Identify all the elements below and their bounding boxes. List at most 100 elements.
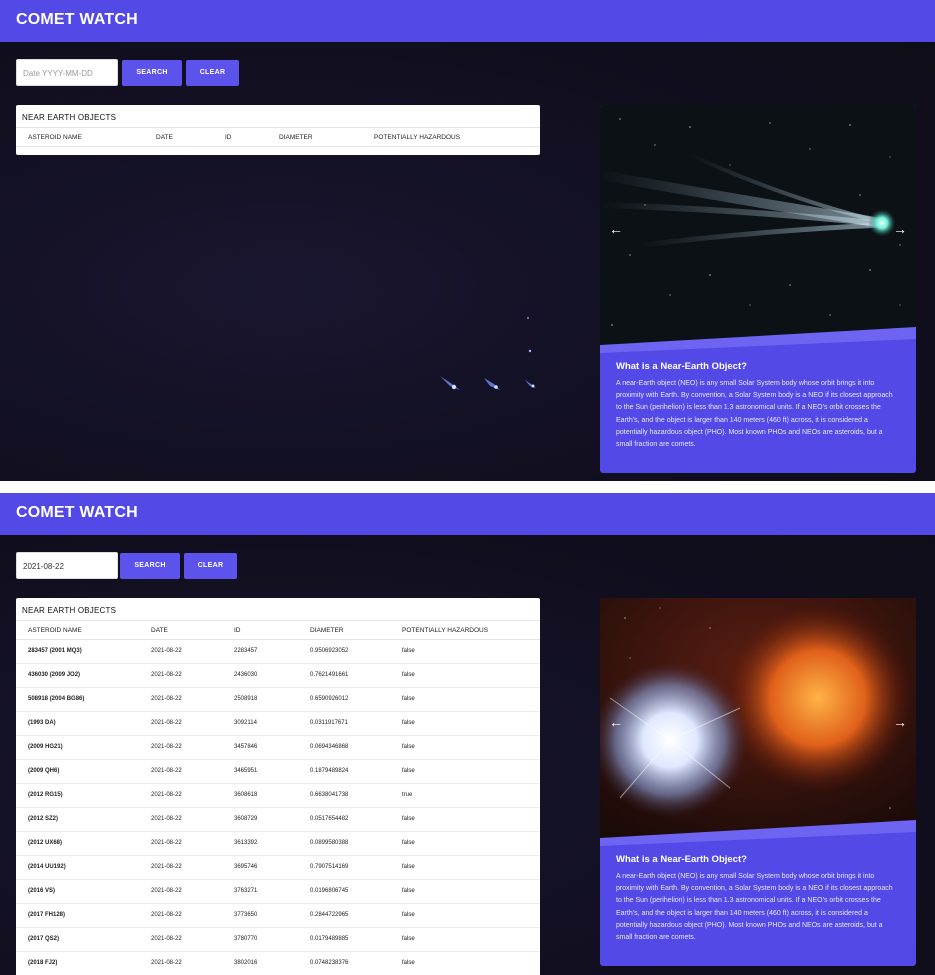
cell-diameter: 0.2844722965 [310,912,349,918]
cell-name: (2014 UU192) [28,864,66,870]
column-header-id[interactable]: ID [234,627,241,634]
cell-hazardous: false [402,912,415,918]
cell-date: 2021-08-22 [151,720,182,726]
arrow-left-icon[interactable]: ← [609,714,623,730]
cell-hazardous: false [402,744,415,750]
screen-empty-state: COMET WATCH Date YYYY-MM-DD SEARCH CLEAR… [0,0,935,481]
table-row[interactable]: 283457 (2001 MQ3) 2021-08-22 2283457 0.9506… [16,640,540,664]
clear-button[interactable]: CLEAR [184,553,237,579]
table-row[interactable]: (2012 RG15) 2021-08-22 3608618 0.6638041738… [16,784,540,808]
table-row[interactable]: (2017 QS2) 2021-08-22 3780770 0.0179489885 f… [16,928,540,952]
table-row[interactable]: (2009 HG21) 2021-08-22 3457846 0.0694346868… [16,736,540,760]
cell-diameter: 0.7907514169 [310,864,349,870]
table-row[interactable]: (2018 FJ2) 2021-08-22 3802016 0.0748238376 f… [16,952,540,975]
cell-date: 2021-08-22 [151,696,182,702]
cell-diameter: 0.1879489824 [310,768,349,774]
column-header-hazardous[interactable]: POTENTIALLY HAZARDOUS [402,627,488,634]
table-header: ASTEROID NAME DATE ID DIAMETER POTENTIAL… [16,620,540,640]
app-title: COMET WATCH [16,11,138,28]
cell-name: (2012 RG15) [28,792,63,798]
table-row[interactable]: (1993 DA) 2021-08-22 3092114 0.0311917671 fa… [16,712,540,736]
table-title: NEAR EARTH OBJECTS [22,606,117,615]
cell-id: 3802016 [234,960,258,966]
cell-id: 3695746 [234,864,258,870]
cell-id: 3608729 [234,816,258,822]
table-header: ASTEROID NAME DATE ID DIAMETER POTENTIAL… [16,127,540,147]
search-button[interactable]: SEARCH [122,60,182,86]
column-header-diameter[interactable]: DIAMETER [310,627,344,634]
cell-id: 3773650 [234,912,258,918]
cell-id: 3780770 [234,936,258,942]
arrow-right-icon[interactable]: → [893,714,907,730]
cell-hazardous: false [402,864,415,870]
cell-id: 3608618 [234,792,258,798]
table-row[interactable]: (2012 UX68) 2021-08-22 3613392 0.0899580388… [16,832,540,856]
cell-name: (2018 FJ2) [28,960,58,966]
column-header-hazardous[interactable]: POTENTIALLY HAZARDOUS [374,134,460,141]
cell-hazardous: false [402,720,415,726]
cell-name: 436030 (2009 JO2) [28,672,81,678]
table-row[interactable]: (2016 VS) 2021-08-22 3763271 0.0196806745 fa… [16,880,540,904]
column-header-date[interactable]: DATE [156,134,173,141]
card-title: What is a Near-Earth Object? [616,361,747,372]
cell-name: 508918 (2004 BG86) [28,696,85,702]
cell-date: 2021-08-22 [151,768,182,774]
cell-date: 2021-08-22 [151,648,182,654]
cell-name: (2012 SZ2) [28,816,59,822]
card-text: A near-Earth object (NEO) is any small S… [616,873,893,942]
cell-id: 3613392 [234,840,258,846]
arrow-right-icon[interactable]: → [893,221,907,237]
cell-hazardous: false [402,888,415,894]
table-row[interactable]: 508918 (2004 BG86) 2021-08-22 2508918 0.659… [16,688,540,712]
cell-id: 2436030 [234,672,258,678]
table-row[interactable]: 436030 (2009 JO2) 2021-08-22 2436030 0.7621… [16,664,540,688]
cell-hazardous: false [402,840,415,846]
neo-table-panel: NEAR EARTH OBJECTS ASTEROID NAME DATE ID… [16,105,540,155]
cell-diameter: 0.0694346868 [310,744,349,750]
cell-hazardous: false [402,936,415,942]
cell-date: 2021-08-22 [151,912,182,918]
cell-hazardous: true [402,792,413,798]
cell-id: 3092114 [234,720,257,726]
table-row[interactable]: (2009 QH6) 2021-08-22 3465951 0.1879489824 f… [16,760,540,784]
cell-id: 2283457 [234,648,258,654]
cell-id: 3763271 [234,888,258,894]
cell-name: (1993 DA) [28,720,56,726]
cell-hazardous: false [402,672,415,678]
cell-id: 3457846 [234,744,258,750]
cell-date: 2021-08-22 [151,960,182,966]
table-row[interactable]: (2014 UU192) 2021-08-22 3695746 0.790751416… [16,856,540,880]
cell-id: 2508918 [234,696,258,702]
cell-diameter: 0.7621491661 [310,672,349,678]
app-header: COMET WATCH [0,0,935,42]
column-header-name[interactable]: ASTEROID NAME [28,134,82,141]
cell-hazardous: false [402,648,415,654]
screen-results-state: COMET WATCH 2021-08-22 SEARCH CLEAR NEAR… [0,493,935,975]
cell-id: 3465951 [234,768,258,774]
date-input[interactable]: 2021-08-22 [16,552,118,579]
cell-name: (2016 VS) [28,888,56,894]
table-row[interactable]: (2012 SZ2) 2021-08-22 3608729 0.0517654482 f… [16,808,540,832]
info-card: ← → What is a Near-Earth Object? A near-… [600,598,916,966]
cell-diameter: 0.0899580388 [310,840,349,846]
neo-table-panel: NEAR EARTH OBJECTS ASTEROID NAME DATE ID… [16,598,540,975]
column-header-id[interactable]: ID [225,134,232,141]
table-row[interactable]: (2017 FH128) 2021-08-22 3773650 0.284472296… [16,904,540,928]
search-button[interactable]: SEARCH [120,553,180,579]
cell-name: (2009 HG21) [28,744,63,750]
clear-button[interactable]: CLEAR [186,60,239,86]
column-header-diameter[interactable]: DIAMETER [279,134,313,141]
arrow-left-icon[interactable]: ← [609,221,623,237]
cell-name: 283457 (2001 MQ3) [28,648,82,654]
supernova-image [600,598,916,838]
column-header-date[interactable]: DATE [151,627,168,634]
table-title: NEAR EARTH OBJECTS [22,113,117,122]
app-header: COMET WATCH [0,493,935,535]
column-header-name[interactable]: ASTEROID NAME [28,627,82,634]
cell-hazardous: false [402,768,415,774]
cell-name: (2012 UX68) [28,840,63,846]
date-input[interactable]: Date YYYY-MM-DD [16,59,118,86]
cell-date: 2021-08-22 [151,816,182,822]
cell-date: 2021-08-22 [151,744,182,750]
cell-diameter: 0.0748238376 [310,960,349,966]
